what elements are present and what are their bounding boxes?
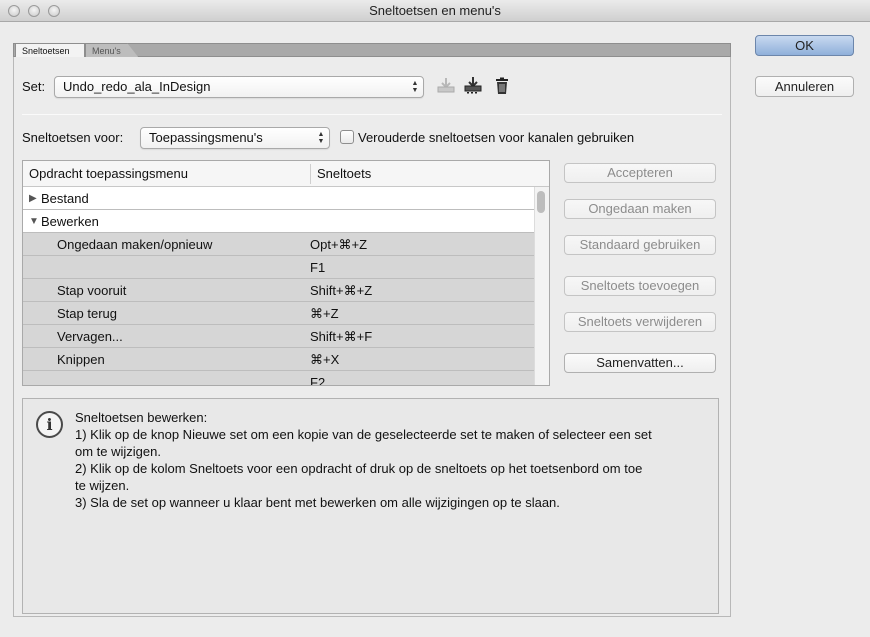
- command-name: Vervagen...: [57, 329, 123, 344]
- title-bar: Sneltoetsen en menu's: [0, 0, 870, 22]
- updown-arrows-icon: ▲ ▼: [411, 80, 419, 94]
- table-row[interactable]: F1: [23, 256, 534, 279]
- cancel-button[interactable]: Annuleren: [755, 76, 854, 97]
- shortcuts-for-value: Toepassingsmenu's: [149, 130, 263, 145]
- delete-shortcut-button[interactable]: Sneltoets verwijderen: [564, 312, 716, 332]
- shortcuts-for-label: Sneltoetsen voor:: [22, 130, 124, 145]
- info-step-1-cont: om te wijzigen.: [75, 444, 161, 459]
- shortcut-value[interactable]: Shift+⌘+Z: [310, 279, 372, 302]
- shortcut-value[interactable]: ⌘+X: [310, 348, 339, 371]
- table-row[interactable]: Stap terug ⌘+Z: [23, 302, 534, 325]
- info-step-1: 1) Klik op de knop Nieuwe set om een kop…: [75, 427, 652, 442]
- shortcuts-for-popup[interactable]: Toepassingsmenu's ▲ ▼: [140, 127, 330, 149]
- category-label: Bewerken: [41, 214, 99, 229]
- table-row-category[interactable]: ▶ Bestand: [23, 187, 534, 210]
- tab-shortcuts[interactable]: Sneltoetsen: [15, 43, 85, 58]
- minimize-window-button[interactable]: [28, 5, 40, 17]
- shortcuts-table: Opdracht toepassingsmenu Sneltoets ▶ Bes…: [22, 160, 550, 386]
- shortcut-value[interactable]: Opt+⌘+Z: [310, 233, 367, 256]
- command-name: Stap vooruit: [57, 283, 127, 298]
- shortcut-value[interactable]: ⌘+Z: [310, 302, 339, 325]
- shortcut-value[interactable]: F2: [310, 371, 325, 385]
- column-header-shortcut[interactable]: Sneltoets: [311, 161, 371, 187]
- disclosure-triangle-down-icon[interactable]: ▼: [29, 210, 39, 233]
- separator: [22, 114, 722, 115]
- save-set-icon[interactable]: [436, 76, 456, 94]
- table-row[interactable]: Vervagen... Shift+⌘+F: [23, 325, 534, 348]
- trash-icon[interactable]: [492, 77, 512, 95]
- command-name: Stap terug: [57, 306, 117, 321]
- updown-arrows-icon: ▲ ▼: [317, 131, 325, 145]
- info-icon: i: [36, 411, 63, 438]
- info-step-3: 3) Sla de set op wanneer u klaar bent me…: [75, 495, 560, 510]
- ok-button[interactable]: OK: [755, 35, 854, 56]
- set-popup[interactable]: Undo_redo_ala_InDesign ▲ ▼: [54, 76, 424, 98]
- accept-button[interactable]: Accepteren: [564, 163, 716, 183]
- add-shortcut-button[interactable]: Sneltoets toevoegen: [564, 276, 716, 296]
- info-step-2: 2) Klik op de kolom Sneltoets voor een o…: [75, 461, 643, 476]
- disclosure-triangle-right-icon[interactable]: ▶: [29, 187, 37, 210]
- table-row[interactable]: Knippen ⌘+X: [23, 348, 534, 371]
- table-row[interactable]: F2: [23, 371, 534, 385]
- legacy-shortcuts-checkbox[interactable]: [340, 130, 354, 144]
- info-box: i Sneltoetsen bewerken: 1) Klik op de kn…: [22, 398, 719, 614]
- category-label: Bestand: [41, 191, 89, 206]
- shortcut-value[interactable]: F1: [310, 256, 325, 279]
- info-text: Sneltoetsen bewerken: 1) Klik op de knop…: [75, 409, 715, 511]
- command-name: Ongedaan maken/opnieuw: [57, 237, 213, 252]
- undo-button[interactable]: Ongedaan maken: [564, 199, 716, 219]
- info-step-2-cont: te wijzen.: [75, 478, 130, 493]
- info-heading: Sneltoetsen bewerken:: [75, 410, 208, 425]
- table-body: ▶ Bestand ▼ Bewerken Ongedaan maken/opni…: [23, 187, 534, 385]
- zoom-window-button[interactable]: [48, 5, 60, 17]
- set-label: Set:: [22, 79, 46, 94]
- column-header-command[interactable]: Opdracht toepassingsmenu: [23, 161, 188, 187]
- shortcut-value[interactable]: Shift+⌘+F: [310, 325, 372, 348]
- legacy-shortcuts-label: Verouderde sneltoetsen voor kanalen gebr…: [358, 130, 635, 145]
- summarize-button[interactable]: Samenvatten...: [564, 353, 716, 373]
- use-default-button[interactable]: Standaard gebruiken: [564, 235, 716, 255]
- table-row[interactable]: Stap vooruit Shift+⌘+Z: [23, 279, 534, 302]
- save-as-set-icon[interactable]: [463, 76, 483, 94]
- close-window-button[interactable]: [8, 5, 20, 17]
- table-row[interactable]: Ongedaan maken/opnieuw Opt+⌘+Z: [23, 233, 534, 256]
- table-row-category[interactable]: ▼ Bewerken: [23, 210, 534, 233]
- table-header: Opdracht toepassingsmenu Sneltoets: [23, 161, 549, 187]
- scrollbar-thumb[interactable]: [537, 191, 545, 213]
- set-value: Undo_redo_ala_InDesign: [63, 79, 211, 94]
- window-title: Sneltoetsen en menu's: [369, 3, 501, 18]
- command-name: Knippen: [57, 352, 105, 367]
- vertical-scrollbar[interactable]: [534, 187, 549, 385]
